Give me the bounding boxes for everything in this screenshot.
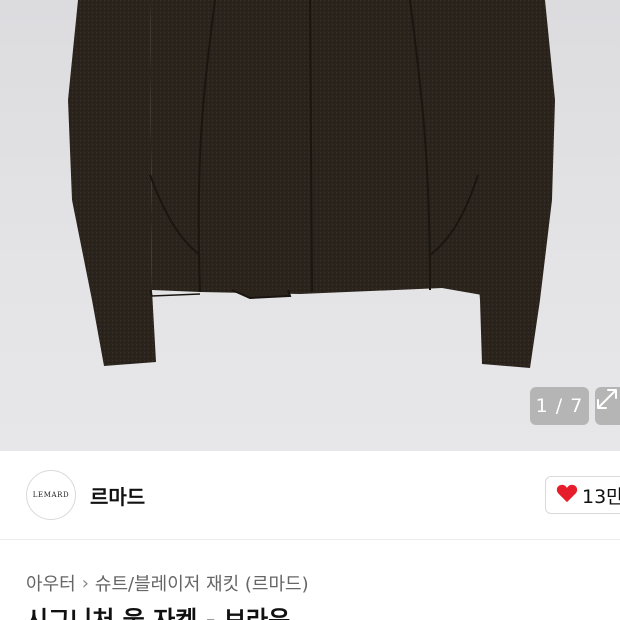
seller-avatar[interactable]: LEMARD <box>26 470 76 520</box>
breadcrumb-subcategory[interactable]: 슈트/블레이저 재킷 (르마드) <box>95 570 309 596</box>
product-title: 시그니처 울 자켓 - 브라운 <box>26 606 326 620</box>
chevron-right-icon: › <box>81 572 89 594</box>
jacket-photo <box>68 0 555 368</box>
like-count: 13만 <box>582 485 620 508</box>
heart-icon <box>556 483 578 507</box>
product-title-text: 시그니처 울 자켓 - 브라운 <box>26 606 291 620</box>
image-counter: 1 / 7 <box>530 387 589 425</box>
seller-name[interactable]: 르마드 <box>90 481 145 510</box>
seller-avatar-logo: LEMARD <box>32 491 70 499</box>
like-button[interactable]: 13만 <box>545 476 620 514</box>
breadcrumb-category[interactable]: 아우터 <box>26 570 76 596</box>
seller-row[interactable]: LEMARD 르마드 13만 <box>0 451 620 540</box>
expand-button[interactable] <box>595 387 620 425</box>
product-image-gallery[interactable]: 1 / 7 <box>0 0 620 451</box>
breadcrumb: 아우터 › 슈트/블레이저 재킷 (르마드) <box>26 570 309 596</box>
